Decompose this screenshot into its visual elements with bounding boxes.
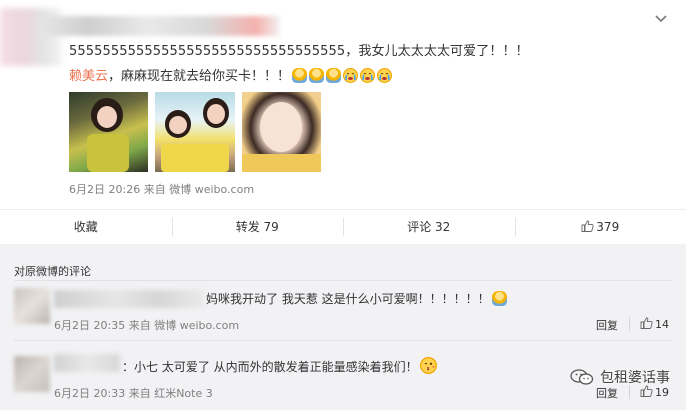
comment-text: 妈咪我开动了 我天惹 这是什么小可爱啊！！！！！！ (206, 290, 507, 307)
doll-icon (309, 68, 325, 83)
comment-source-prefix: 来自 (128, 319, 151, 332)
commenter-avatar-blurred[interactable] (14, 288, 50, 324)
comment-text-content: 妈咪我开动了 我天惹 这是什么小可爱啊！！！！！！ (206, 292, 490, 306)
comment-text-content: ：小七 太可爱了 从内而外的散发着正能量感染着我们！ (122, 360, 418, 374)
kissing-face-icon (419, 357, 437, 374)
repost-label: 转发 79 (235, 220, 279, 234)
like-button[interactable]: 379 (514, 210, 686, 243)
comment-source-prefix: 来自 (128, 387, 151, 400)
reply-button[interactable]: 回复 (596, 317, 618, 333)
post-date[interactable]: 6月2日 20:26 (69, 183, 140, 196)
commenter-name-blurred[interactable] (54, 290, 204, 308)
comment-label: 评论 32 (407, 220, 451, 234)
commenter-avatar-blurred[interactable] (14, 356, 50, 392)
post-meta: 6月2日 20:26 来自 微博 weibo.com (69, 181, 254, 197)
post-source[interactable]: 微博 weibo.com (169, 183, 254, 196)
chevron-down-icon[interactable] (654, 12, 668, 26)
repost-button[interactable]: 转发 79 (171, 210, 344, 243)
separator (629, 317, 630, 331)
doll-icon (292, 68, 308, 83)
poster-name-blurred[interactable] (40, 16, 280, 36)
comment-text: ：小七 太可爱了 从内而外的散发着正能量感染着我们！ (122, 357, 437, 375)
reply-button[interactable]: 回复 (596, 385, 618, 401)
comment-like-count: 14 (655, 318, 669, 331)
post-text: 555555555555555555555555555555555，我女儿太太太… (69, 44, 529, 59)
crying-face-icon (360, 68, 376, 83)
weibo-post: 555555555555555555555555555555555，我女儿太太太… (0, 0, 686, 244)
crying-face-icon (377, 68, 393, 83)
action-bar: 收藏 转发 79 评论 32 379 (0, 209, 686, 243)
post-text-rest: ，麻麻现在就去给你买卡！！！ (108, 69, 291, 84)
post-source-prefix: 来自 (143, 183, 166, 196)
comment-date: 6月2日 20:35 (54, 319, 126, 332)
post-text-line2: 赖美云，麻麻现在就去给你买卡！！！ (69, 65, 393, 84)
favorite-button[interactable]: 收藏 (0, 210, 172, 243)
wechat-icon (570, 369, 594, 385)
watermark: 包租婆话事 (570, 367, 670, 387)
comment-meta: 6月2日 20:35 来自 微博 weibo.com (54, 317, 239, 333)
comment-like-button[interactable]: 19 (640, 385, 669, 399)
separator (629, 385, 630, 399)
thumbs-up-icon (640, 317, 653, 329)
comment-button[interactable]: 评论 32 (343, 210, 515, 243)
post-image-3[interactable] (242, 92, 321, 172)
comment-meta: 6月2日 20:33 来自 红米Note 3 (54, 385, 213, 401)
post-image-2[interactable] (155, 92, 235, 172)
commenter-name-blurred[interactable] (54, 354, 120, 372)
comment-date: 6月2日 20:33 (54, 387, 126, 400)
favorite-label: 收藏 (73, 220, 98, 234)
crying-face-icon (343, 68, 359, 83)
comments-divider (14, 280, 672, 281)
comment-source[interactable]: 微博 weibo.com (154, 319, 239, 332)
comment-source[interactable]: 红米Note 3 (154, 387, 213, 400)
comment-like-button[interactable]: 14 (640, 317, 669, 331)
comment-like-count: 19 (655, 386, 669, 399)
like-count: 379 (596, 220, 620, 234)
doll-icon (491, 291, 507, 306)
doll-icon (326, 68, 342, 83)
thumbs-up-icon (581, 220, 594, 232)
comments-header: 对原微博的评论 (14, 265, 91, 278)
post-image-1[interactable] (69, 92, 148, 172)
watermark-text: 包租婆话事 (600, 370, 670, 386)
comments-divider (14, 340, 672, 341)
mention-link[interactable]: 赖美云 (69, 69, 108, 84)
